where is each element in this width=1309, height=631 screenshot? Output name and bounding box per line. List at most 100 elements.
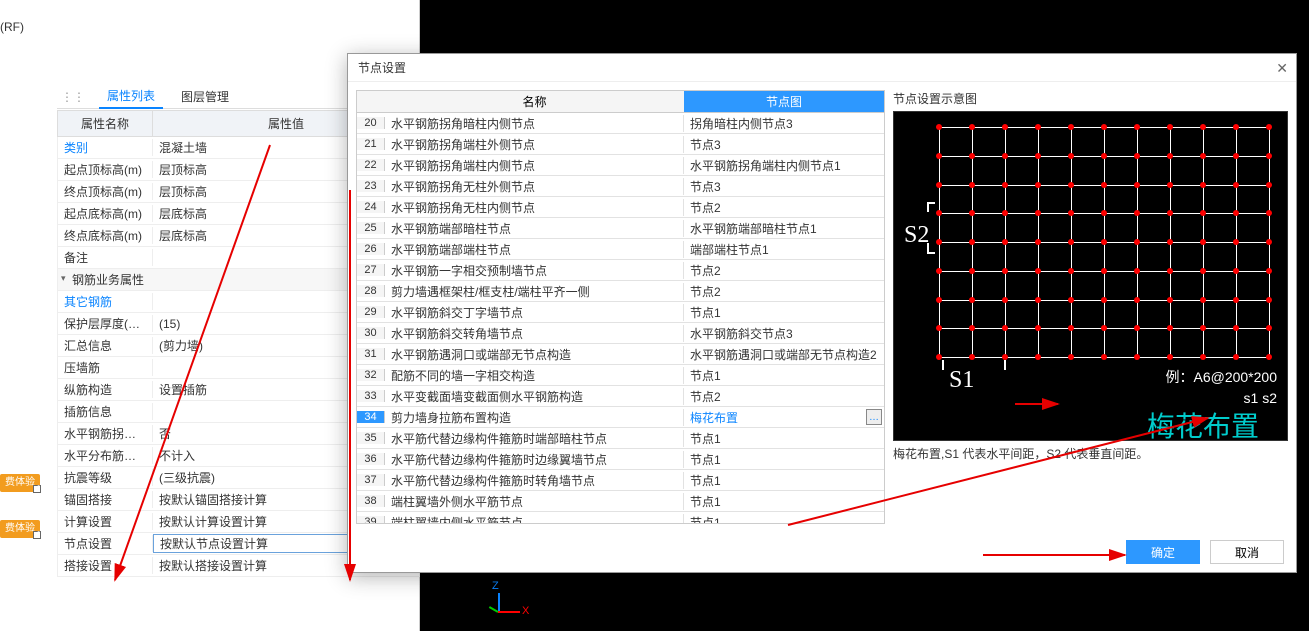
row-index: 29 xyxy=(357,306,385,318)
row-value[interactable]: 节点2 xyxy=(684,262,884,279)
rf-label: (RF) xyxy=(0,20,24,34)
row-name: 水平钢筋拐角端柱内侧节点 xyxy=(385,157,684,174)
node-table-row[interactable]: 23水平钢筋拐角无柱外侧节点节点3 xyxy=(357,176,884,197)
row-name: 配筋不同的墙一字相交构造 xyxy=(385,367,684,384)
row-value[interactable]: 水平钢筋端部暗柱节点1 xyxy=(684,220,884,237)
preview-title: 节点设置示意图 xyxy=(893,90,1288,107)
property-name: 水平分布筋… xyxy=(58,447,153,464)
row-name: 水平变截面墙变截面侧水平钢筋构造 xyxy=(385,388,684,405)
node-table: 名称 节点图 20水平钢筋拐角暗柱内侧节点拐角暗柱内侧节点321水平钢筋拐角端柱… xyxy=(356,90,885,524)
row-index: 23 xyxy=(357,180,385,192)
axis-z-line xyxy=(498,593,500,611)
row-value[interactable]: 节点2 xyxy=(684,199,884,216)
property-name: 纵筋构造 xyxy=(58,381,153,398)
row-value[interactable]: 节点1 xyxy=(684,472,884,489)
row-index: 32 xyxy=(357,369,385,381)
row-value[interactable]: 端部端柱节点1 xyxy=(684,241,884,258)
row-value[interactable]: 水平钢筋斜交节点3 xyxy=(684,325,884,342)
row-name: 水平钢筋端部端柱节点 xyxy=(385,241,684,258)
axis-gizmo: Z X xyxy=(480,580,540,625)
badge-trial-1[interactable]: 费体验⤢ xyxy=(0,474,40,492)
node-table-row[interactable]: 20水平钢筋拐角暗柱内侧节点拐角暗柱内侧节点3 xyxy=(357,113,884,134)
row-name: 水平钢筋拐角无柱内侧节点 xyxy=(385,199,684,216)
header-name: 属性名称 xyxy=(58,111,153,136)
example-text: 例：A6@200*200 xyxy=(1165,367,1277,387)
node-table-row[interactable]: 31水平钢筋遇洞口或端部无节点构造水平钢筋遇洞口或端部无节点构造2 xyxy=(357,344,884,365)
property-name: 保护层厚度(… xyxy=(58,315,153,332)
property-name: 计算设置 xyxy=(58,513,153,530)
preview-description: 梅花布置,S1 代表水平间距，S2 代表垂直间距。 xyxy=(893,445,1288,462)
node-table-row[interactable]: 35水平筋代替边缘构件箍筋时端部暗柱节点节点1 xyxy=(357,428,884,449)
property-name: 搭接设置 xyxy=(58,557,153,574)
node-table-row[interactable]: 34剪力墙身拉筋布置构造梅花布置… xyxy=(357,407,884,428)
row-value[interactable]: 节点1 xyxy=(684,367,884,384)
row-name: 水平钢筋斜交丁字墙节点 xyxy=(385,304,684,321)
row-index: 22 xyxy=(357,159,385,171)
property-name: 起点顶标高(m) xyxy=(58,161,153,178)
ellipsis-button[interactable]: … xyxy=(866,409,882,425)
node-table-row[interactable]: 28剪力墙遇框架柱/框支柱/端柱平齐一侧节点2 xyxy=(357,281,884,302)
cancel-button[interactable]: 取消 xyxy=(1210,540,1284,564)
node-table-row[interactable]: 37水平筋代替边缘构件箍筋时转角墙节点节点1 xyxy=(357,470,884,491)
row-value[interactable]: 节点1 xyxy=(684,304,884,321)
row-value[interactable]: 水平钢筋遇洞口或端部无节点构造2 xyxy=(684,346,884,363)
row-value[interactable]: 节点1 xyxy=(684,430,884,447)
row-name: 水平钢筋遇洞口或端部无节点构造 xyxy=(385,346,684,363)
row-name: 水平钢筋拐角端柱外侧节点 xyxy=(385,136,684,153)
node-table-row[interactable]: 27水平钢筋一字相交预制墙节点节点2 xyxy=(357,260,884,281)
node-table-row[interactable]: 38端柱翼墙外侧水平筋节点节点1 xyxy=(357,491,884,512)
property-name: 抗震等级 xyxy=(58,469,153,486)
row-value[interactable]: 节点1 xyxy=(684,514,884,525)
row-value[interactable]: 节点3 xyxy=(684,178,884,195)
node-table-row[interactable]: 32配筋不同的墙一字相交构造节点1 xyxy=(357,365,884,386)
node-table-row[interactable]: 21水平钢筋拐角端柱外侧节点节点3 xyxy=(357,134,884,155)
close-icon[interactable]: ✕ xyxy=(1276,60,1288,77)
node-table-row[interactable]: 22水平钢筋拐角端柱内侧节点水平钢筋拐角端柱内侧节点1 xyxy=(357,155,884,176)
row-name: 水平钢筋斜交转角墙节点 xyxy=(385,325,684,342)
node-table-row[interactable]: 39端柱翼墙内侧水平筋节点节点1 xyxy=(357,512,884,524)
node-table-row[interactable]: 25水平钢筋端部暗柱节点水平钢筋端部暗柱节点1 xyxy=(357,218,884,239)
node-table-row[interactable]: 30水平钢筋斜交转角墙节点水平钢筋斜交节点3 xyxy=(357,323,884,344)
node-table-row[interactable]: 29水平钢筋斜交丁字墙节点节点1 xyxy=(357,302,884,323)
node-table-row[interactable]: 33水平变截面墙变截面侧水平钢筋构造节点2 xyxy=(357,386,884,407)
row-value[interactable]: 节点1 xyxy=(684,493,884,510)
col-name: 名称 xyxy=(385,91,684,112)
row-name: 水平钢筋一字相交预制墙节点 xyxy=(385,262,684,279)
col-node-diagram[interactable]: 节点图 xyxy=(684,91,884,112)
ok-button[interactable]: 确定 xyxy=(1126,540,1200,564)
property-name: 其它钢筋 xyxy=(58,293,153,310)
property-name: 起点底标高(m) xyxy=(58,205,153,222)
x-axis-label: S1 xyxy=(949,367,974,394)
row-name: 水平钢筋拐角无柱外侧节点 xyxy=(385,178,684,195)
row-index: 39 xyxy=(357,516,385,524)
axis-x-label: X xyxy=(522,605,529,617)
row-value[interactable]: 节点2 xyxy=(684,283,884,300)
node-table-row[interactable]: 24水平钢筋拐角无柱内侧节点节点2 xyxy=(357,197,884,218)
example-text-2: s1 s2 xyxy=(1244,390,1277,406)
row-value[interactable]: 节点3 xyxy=(684,136,884,153)
dialog-footer: 确定 取消 xyxy=(1126,540,1284,564)
row-index: 27 xyxy=(357,264,385,276)
node-table-row[interactable]: 26水平钢筋端部端柱节点端部端柱节点1 xyxy=(357,239,884,260)
property-name: 节点设置 xyxy=(58,535,153,552)
preview-pane: 节点设置示意图 S2 S1 例：A6@200*200 s1 s2 梅花布置 梅花… xyxy=(893,90,1288,524)
tab-layers[interactable]: 图层管理 xyxy=(173,85,237,108)
tab-properties[interactable]: 属性列表 xyxy=(99,84,163,109)
property-name: 终点底标高(m) xyxy=(58,227,153,244)
row-value[interactable]: 水平钢筋拐角端柱内侧节点1 xyxy=(684,157,884,174)
row-value[interactable]: 拐角暗柱内侧节点3 xyxy=(684,115,884,132)
row-value[interactable]: 节点2 xyxy=(684,388,884,405)
preview-canvas: S2 S1 例：A6@200*200 s1 s2 梅花布置 xyxy=(893,111,1288,441)
node-table-row[interactable]: 36水平筋代替边缘构件箍筋时边缘翼墙节点节点1 xyxy=(357,449,884,470)
row-value[interactable]: 梅花布置… xyxy=(684,409,884,426)
property-name: 类别 xyxy=(58,139,153,156)
row-index: 33 xyxy=(357,390,385,402)
row-index: 24 xyxy=(357,201,385,213)
property-name: 插筋信息 xyxy=(58,403,153,420)
row-name: 水平筋代替边缘构件箍筋时端部暗柱节点 xyxy=(385,430,684,447)
badge-trial-2[interactable]: 费体验⤢ xyxy=(0,520,40,538)
row-value[interactable]: 节点1 xyxy=(684,451,884,468)
dialog-title: 节点设置 xyxy=(348,54,1296,82)
grip-icon[interactable]: ⋮⋮ xyxy=(57,90,89,104)
row-index: 21 xyxy=(357,138,385,150)
